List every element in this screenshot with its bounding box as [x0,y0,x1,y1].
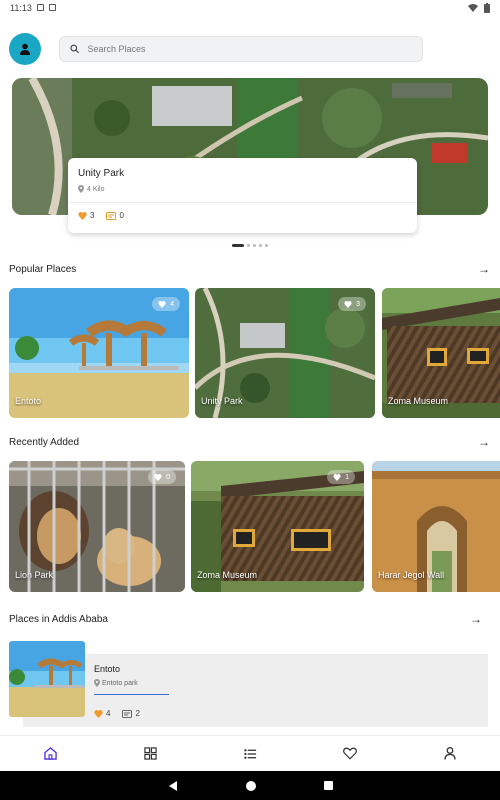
recent-card-zoma-museum[interactable]: 1 Zoma Museum [191,461,364,592]
comment-count-value: 0 [119,211,124,220]
divider [68,202,417,203]
nav-list[interactable] [230,739,270,769]
recent-card-like-badge[interactable]: 0 [148,470,176,484]
carousel-dot[interactable] [253,244,256,247]
header [9,32,491,66]
wifi-icon [468,4,478,12]
nav-favorites[interactable] [330,739,370,769]
featured-distance: 4 Kilo [87,185,105,193]
city-place-item-entoto[interactable]: Entoto Entoto park 4 2 [9,641,488,727]
place-card-background [23,654,488,727]
profile-avatar-button[interactable] [9,33,41,65]
recent-see-all-arrow-icon[interactable]: → [478,435,490,449]
popular-card-label: Entoto [15,396,42,406]
popular-see-all-arrow-icon[interactable]: → [478,262,490,276]
place-thumbnail [9,641,85,717]
grid-icon [143,747,157,760]
popular-card-like-badge[interactable]: 3 [338,297,366,311]
heart-icon [154,473,162,481]
place-underline [94,694,169,695]
popular-card-label: Zoma Museum [388,396,449,406]
recents-icon[interactable] [323,781,333,790]
recent-card-label: Zoma Museum [197,570,258,580]
battery-icon [484,2,490,13]
heart-icon [333,473,341,481]
home-icon [43,747,57,760]
city-section-title: Places in Addis Ababa [9,614,108,625]
location-pin-icon [78,185,84,193]
heart-icon [78,211,87,220]
recent-card-like-badge[interactable]: 1 [327,470,355,484]
back-icon[interactable] [168,780,178,791]
recent-card-label: Harar Jegol Wall [378,570,445,580]
like-count[interactable]: 4 [94,709,110,718]
comment-count[interactable]: 0 [106,211,124,220]
nav-categories[interactable] [130,739,170,769]
heart-icon [94,709,103,718]
search-input[interactable] [87,44,412,54]
featured-place-location: 4 Kilo [78,185,407,193]
like-count-value: 3 [90,211,95,220]
entoto-image [9,641,85,717]
status-time: 11:13 [10,2,32,13]
home-circle-icon[interactable] [245,780,256,791]
search-bar[interactable] [59,36,423,62]
recent-section-title: Recently Added [9,437,80,448]
popular-card-unity-park[interactable]: 3 Unity Park [195,288,375,418]
carousel-indicator[interactable] [232,244,268,247]
location-pin-icon [94,679,100,687]
place-stats: 4 2 [94,709,140,718]
place-location-text: Entoto park [102,679,138,687]
nav-home[interactable] [30,739,70,769]
system-navigation-bar [0,771,500,800]
heart-icon [343,747,357,760]
comment-count[interactable]: 2 [122,709,140,718]
like-count-value: 3 [356,300,360,308]
list-icon [243,748,256,759]
heart-icon [344,300,352,308]
like-count[interactable]: 3 [78,211,94,220]
carousel-dot[interactable] [247,244,250,247]
like-count-value: 4 [170,300,174,308]
bottom-navigation [0,735,500,771]
recent-card-harar-jegol-wall[interactable]: Harar Jegol Wall [372,461,500,592]
recent-card-lion-park[interactable]: 0 Lion Park [9,461,185,592]
recent-card-label: Lion Park [15,570,54,580]
popular-card-zoma-museum[interactable]: Zoma Museum [382,288,500,418]
popular-card-like-badge[interactable]: 4 [152,297,180,311]
featured-stats: 3 0 [78,211,407,220]
carousel-dot-active[interactable] [232,244,244,247]
like-count-value: 1 [345,473,349,481]
featured-place-title: Unity Park [78,168,125,179]
comment-icon [122,709,133,718]
popular-section-title: Popular Places [9,264,77,275]
like-count-value: 0 [166,473,170,481]
notification-icon [36,4,44,11]
popular-card-label: Unity Park [201,396,243,406]
sd-card-icon [48,4,56,11]
user-icon [20,43,30,55]
city-see-all-arrow-icon[interactable]: → [470,612,482,626]
place-title: Entoto [94,664,121,674]
search-icon [70,44,79,54]
comment-count-value: 2 [135,709,140,718]
like-count-value: 4 [106,709,111,718]
carousel-dot[interactable] [259,244,262,247]
place-location: Entoto park [94,679,138,687]
heart-icon [158,300,166,308]
nav-profile[interactable] [430,739,470,769]
popular-card-entoto[interactable]: 4 Entoto [9,288,189,418]
profile-icon [444,747,456,760]
carousel-dot[interactable] [265,244,268,247]
comment-icon [106,211,117,220]
status-bar: 11:13 [0,0,500,15]
featured-place-card[interactable]: Unity Park 4 Kilo 3 0 [68,158,417,233]
